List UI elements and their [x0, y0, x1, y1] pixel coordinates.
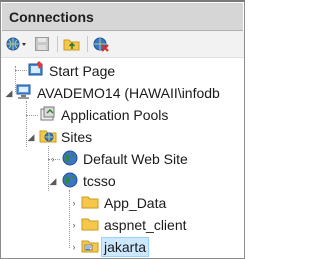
sites-folder-icon	[39, 127, 57, 145]
up-folder-icon[interactable]	[63, 36, 81, 52]
folder-icon	[81, 215, 99, 233]
tree-item-label: Default Web Site	[83, 151, 188, 167]
save-icon[interactable]	[34, 36, 50, 52]
tree-item-application-pools[interactable]: Application Pools	[1, 105, 244, 125]
tree-item-sites[interactable]: ◢ Sites	[1, 127, 244, 147]
collapse-chevron-icon[interactable]: ◢	[48, 176, 58, 186]
connections-panel: Connections Start Page ◢ AVADEMO14 (HAWA…	[0, 0, 245, 259]
connections-tree: Start Page ◢ AVADEMO14 (HAWAII\infodb Ap…	[1, 58, 244, 258]
tree-item-aspnet-client[interactable]: › aspnet_client	[1, 215, 244, 235]
tree-item-tcsso[interactable]: ◢ tcsso	[1, 171, 244, 191]
tree-item-label: tcsso	[83, 173, 116, 189]
tree-item-label: Start Page	[49, 63, 116, 79]
folder-icon	[81, 193, 99, 211]
tree-item-server[interactable]: ◢ AVADEMO14 (HAWAII\infodb	[1, 83, 244, 103]
toolbar-separator	[57, 36, 58, 52]
connections-header: Connections	[2, 3, 243, 31]
web-folder-icon	[81, 237, 99, 255]
server-icon	[15, 83, 33, 101]
collapse-chevron-icon[interactable]: ◢	[26, 132, 36, 142]
tree-item-label: Sites	[61, 129, 93, 145]
application-pools-icon	[39, 105, 57, 123]
delete-connection-icon[interactable]	[92, 36, 110, 52]
tree-item-label: jakarta	[101, 237, 150, 257]
panel-title: Connections	[9, 9, 94, 25]
tree-item-label: aspnet_client	[104, 217, 187, 233]
tree-item-label: AVADEMO14 (HAWAII\infodb	[37, 85, 220, 101]
tree-item-start-page[interactable]: Start Page	[1, 61, 244, 81]
tree-item-app-data[interactable]: › App_Data	[1, 193, 244, 213]
tree-item-label: Application Pools	[61, 107, 169, 123]
globe-icon	[61, 149, 79, 167]
tree-item-label: App_Data	[104, 195, 167, 211]
collapse-chevron-icon[interactable]: ◢	[4, 88, 14, 98]
tree-item-jakarta[interactable]: › jakarta	[1, 237, 244, 257]
expand-chevron-icon[interactable]: ›	[69, 198, 79, 208]
expand-chevron-icon[interactable]: ›	[69, 242, 79, 252]
toolbar-separator	[87, 36, 88, 52]
connect-globe-icon[interactable]	[6, 36, 28, 52]
start-page-icon	[27, 61, 45, 79]
expand-chevron-icon[interactable]: ›	[48, 154, 58, 164]
globe-icon	[61, 171, 79, 189]
tree-item-default-web-site[interactable]: › Default Web Site	[1, 149, 244, 169]
connections-toolbar	[1, 31, 244, 58]
expand-chevron-icon[interactable]: ›	[69, 220, 79, 230]
